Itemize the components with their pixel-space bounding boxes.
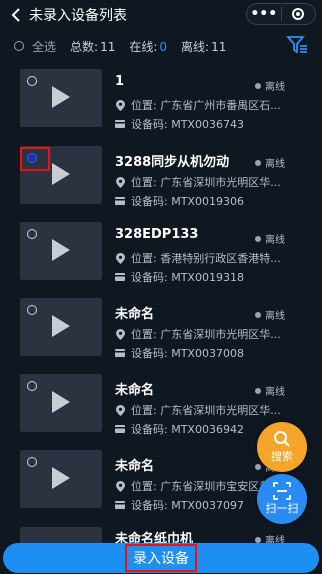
device-name: 未命名 — [115, 307, 155, 322]
device-name: 未命名 — [115, 383, 155, 398]
device-item[interactable]: 1 离线 位置: 广东省广州市番禺区石... 设备码: MTX0036743 — [0, 64, 322, 136]
status-badge: 离线 — [255, 155, 285, 170]
online-count: 在线: 0 — [129, 39, 168, 54]
location-pin-icon — [115, 328, 125, 340]
location-pin-icon — [115, 480, 125, 492]
play-icon — [52, 86, 70, 108]
filter-icon[interactable] — [286, 34, 308, 59]
page-title: 未录入设备列表 — [29, 8, 127, 24]
search-button-label: 搜索 — [271, 450, 293, 463]
play-icon — [52, 391, 70, 413]
card-icon — [115, 119, 125, 129]
device-location: 位置: 广东省深圳市宝安区黄... — [115, 478, 281, 494]
device-item[interactable]: 未命名纸巾机 离线 — [0, 522, 322, 547]
highlight-box — [20, 147, 50, 171]
location-pin-icon — [115, 404, 125, 416]
card-icon — [115, 348, 125, 358]
device-location: 位置: 香港特别行政区香港特... — [115, 250, 281, 266]
select-all-radio[interactable] — [14, 41, 24, 51]
scan-button[interactable]: 扫一扫 — [257, 474, 307, 524]
device-name: 1 — [115, 74, 125, 89]
register-device-button[interactable]: 录入设备 — [3, 543, 319, 573]
device-code: 设备码: MTX0019318 — [115, 269, 244, 285]
status-badge: 离线 — [255, 78, 285, 93]
play-icon — [52, 315, 70, 337]
search-icon — [274, 431, 290, 447]
device-name: 328EDP133 — [115, 227, 199, 242]
select-checkbox[interactable] — [27, 457, 37, 467]
device-code: 设备码: MTX0037008 — [115, 345, 244, 361]
card-icon — [115, 424, 125, 434]
status-badge: 离线 — [255, 307, 285, 322]
play-icon — [52, 239, 70, 261]
device-code: 设备码: MTX0019306 — [115, 193, 244, 209]
more-menu-button[interactable]: ••• — [247, 7, 281, 21]
select-checkbox[interactable] — [27, 229, 37, 239]
play-icon — [52, 163, 70, 185]
card-icon — [115, 272, 125, 282]
stats-bar: 全选 总数: 11 在线: 0 离线: 11 — [0, 31, 322, 61]
device-location: 位置: 广东省深圳市光明区华... — [115, 174, 281, 190]
select-checkbox[interactable] — [27, 381, 37, 391]
select-checkbox[interactable] — [27, 305, 37, 315]
offline-count: 离线: 11 — [181, 39, 227, 54]
miniapp-capsule: ••• — [246, 3, 316, 25]
play-icon — [52, 467, 70, 489]
status-badge: 离线 — [255, 231, 285, 246]
navigation-bar: 未录入设备列表 ••• — [0, 0, 322, 30]
device-item[interactable]: 未命名 离线 位置: 广东省深圳市光明区华... 设备码: MTX0037008 — [0, 293, 322, 365]
select-all-label[interactable]: 全选 — [32, 38, 56, 55]
total-count: 总数: 11 — [70, 39, 116, 54]
back-icon[interactable] — [5, 4, 27, 26]
device-code: 设备码: MTX0037097 — [115, 497, 244, 513]
location-pin-icon — [115, 176, 125, 188]
device-name: 3288同步从机勿动 — [115, 155, 230, 170]
target-icon — [292, 8, 305, 20]
search-button[interactable]: 搜索 — [257, 422, 307, 472]
scan-button-label: 扫一扫 — [265, 502, 299, 515]
location-pin-icon — [115, 252, 125, 264]
device-location: 位置: 广东省广州市番禺区石... — [115, 97, 281, 113]
scan-icon — [273, 482, 291, 500]
device-code: 设备码: MTX0036942 — [115, 421, 244, 437]
select-checkbox[interactable] — [27, 76, 37, 86]
device-location: 位置: 广东省深圳市光明区华... — [115, 402, 281, 418]
card-icon — [115, 196, 125, 206]
device-location: 位置: 广东省深圳市光明区华... — [115, 326, 281, 342]
card-icon — [115, 500, 125, 510]
status-badge: 离线 — [255, 383, 285, 398]
close-miniapp-button[interactable] — [281, 8, 315, 20]
device-name: 未命名 — [115, 459, 155, 474]
register-device-label: 录入设备 — [125, 544, 197, 572]
location-pin-icon — [115, 99, 125, 111]
device-item[interactable]: 328EDP133 离线 位置: 香港特别行政区香港特... 设备码: MTX0… — [0, 217, 322, 289]
device-code: 设备码: MTX0036743 — [115, 116, 244, 132]
device-thumbnail[interactable] — [20, 527, 102, 544]
